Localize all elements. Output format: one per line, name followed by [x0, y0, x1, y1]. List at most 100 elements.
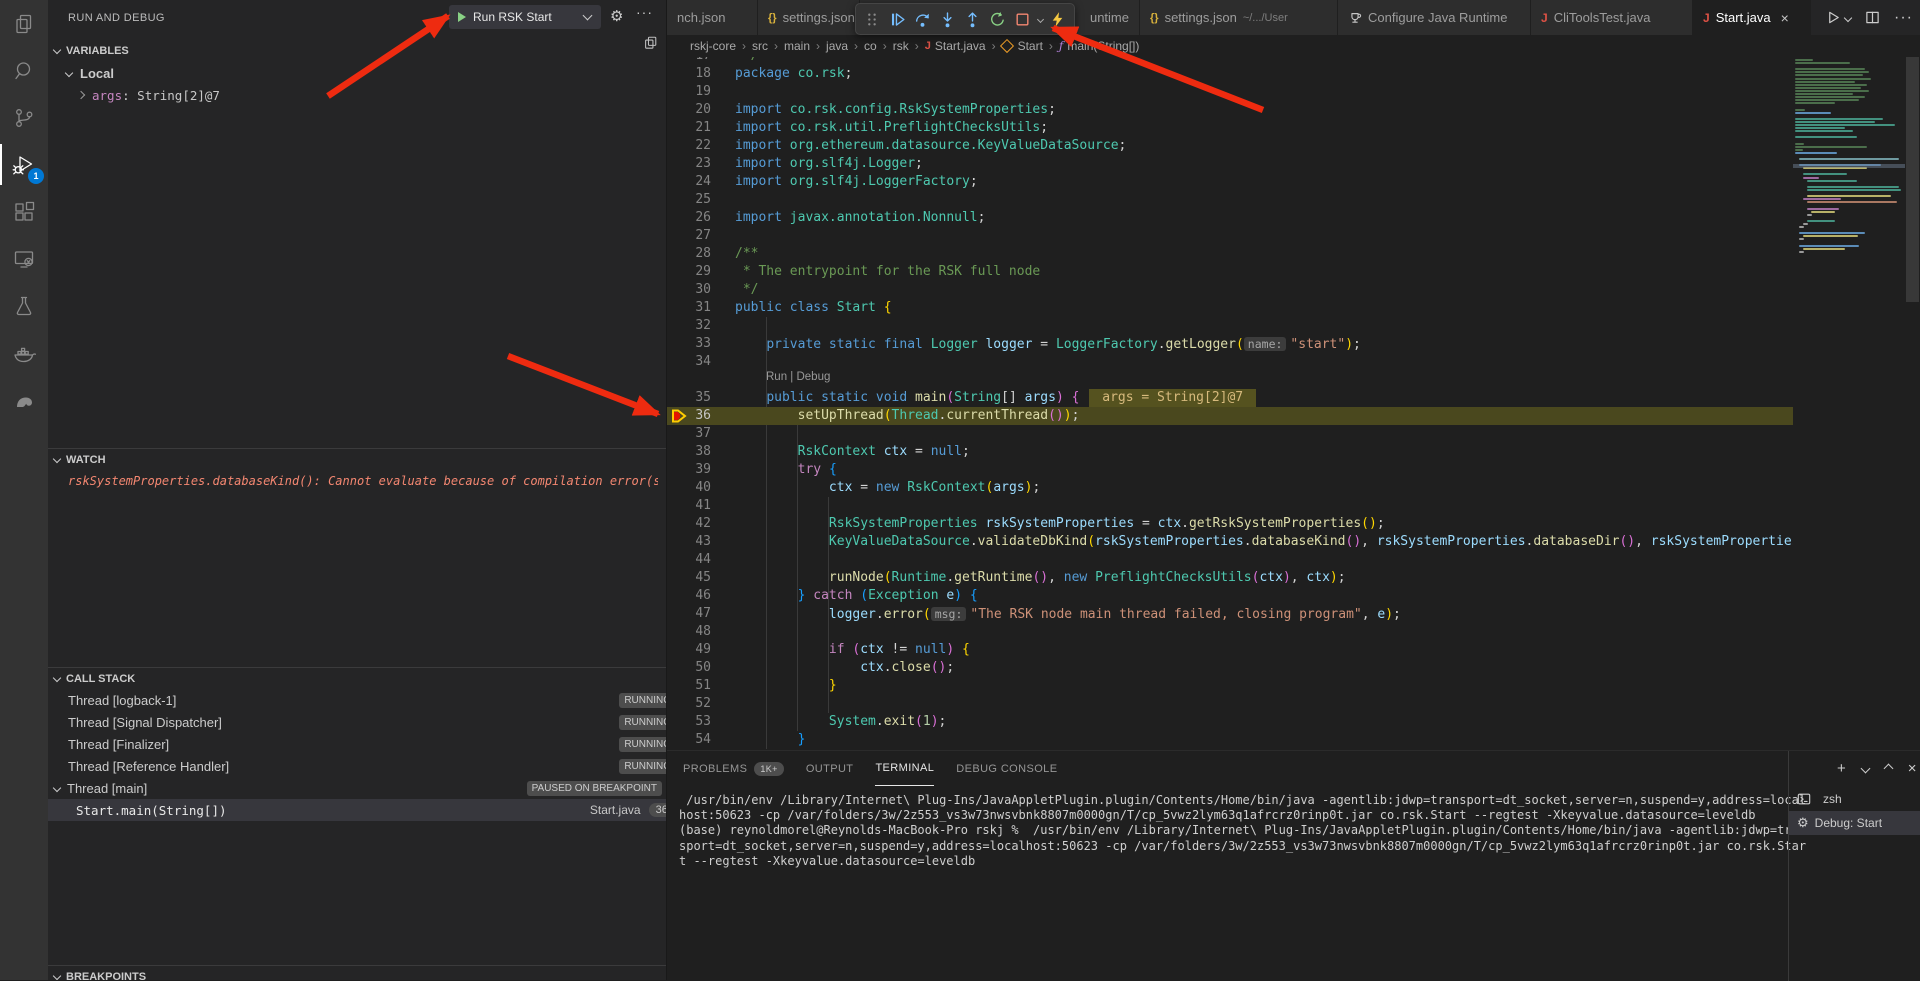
- breadcrumb-start[interactable]: Start: [1002, 39, 1043, 53]
- code-line-47[interactable]: logger.error(msg:"The RSK node main thre…: [735, 605, 1401, 624]
- code-line-31[interactable]: public class Start {: [735, 299, 892, 317]
- terminal-list-item-zsh[interactable]: zsh: [1789, 787, 1920, 811]
- drag-grip-icon[interactable]: [860, 6, 885, 32]
- code-line-33[interactable]: private static final Logger logger = Log…: [735, 335, 1361, 354]
- line-number[interactable]: 23: [667, 155, 711, 173]
- line-number[interactable]: 24: [667, 173, 711, 191]
- run-and-debug-icon[interactable]: 1: [0, 141, 48, 188]
- code-line-17[interactable]: */: [735, 57, 758, 65]
- current-line-breakpoint-icon[interactable]: [670, 408, 687, 424]
- line-number[interactable]: 25: [667, 191, 711, 209]
- line-number[interactable]: 46: [667, 587, 711, 605]
- tab-configure-java-runtime[interactable]: Configure Java Runtime: [1338, 0, 1531, 35]
- code-line-26[interactable]: import javax.annotation.Nonnull;: [735, 209, 985, 227]
- line-number[interactable]: 44: [667, 551, 711, 569]
- code-line-39[interactable]: try {: [735, 461, 837, 479]
- line-number[interactable]: 21: [667, 119, 711, 137]
- line-number[interactable]: 28: [667, 245, 711, 263]
- code-line-46[interactable]: } catch (Exception e) {: [735, 587, 978, 605]
- thread-row[interactable]: Thread [Finalizer]RUNNING: [48, 733, 667, 755]
- breadcrumb-co[interactable]: co: [864, 39, 877, 53]
- codelens-run-debug[interactable]: Run | Debug: [766, 371, 830, 383]
- tab-clitoolstest-java[interactable]: JCliToolsTest.java: [1531, 0, 1693, 35]
- docker-icon[interactable]: [0, 329, 48, 376]
- thread-row[interactable]: Thread [logback-1]RUNNING: [48, 689, 667, 711]
- code-line-54[interactable]: }: [735, 731, 805, 749]
- tab-settings-json[interactable]: {}settings.json~/.../User: [1140, 0, 1338, 35]
- line-number[interactable]: 29: [667, 263, 711, 281]
- code-line-36[interactable]: setUpThread(Thread.currentThread());: [735, 407, 1079, 425]
- breadcrumb-main[interactable]: main: [784, 39, 810, 53]
- launch-config-button[interactable]: Run RSK Start: [449, 5, 601, 29]
- line-number[interactable]: 31: [667, 299, 711, 317]
- code-line-29[interactable]: * The entrypoint for the RSK full node: [735, 263, 1040, 281]
- code-line-23[interactable]: import org.slf4j.Logger;: [735, 155, 923, 173]
- line-number[interactable]: 47: [667, 605, 711, 623]
- line-number[interactable]: 54: [667, 731, 711, 749]
- breadcrumb-start-java[interactable]: JStart.java: [925, 39, 986, 53]
- code-line-35[interactable]: public static void main(String[] args) {…: [735, 389, 1256, 407]
- breadcrumb-rsk[interactable]: rsk: [893, 39, 909, 53]
- code-line-28[interactable]: /**: [735, 245, 758, 263]
- line-number[interactable]: 33: [667, 335, 711, 353]
- explorer-icon[interactable]: [0, 0, 48, 47]
- line-number[interactable]: 19: [667, 83, 711, 101]
- hot-code-replace-button[interactable]: [1045, 6, 1070, 32]
- breadcrumb-main-string-[interactable]: ƒmain(String[]): [1059, 39, 1139, 53]
- panel-tab-problems[interactable]: PROBLEMS1K+: [683, 751, 784, 786]
- code-line-51[interactable]: }: [735, 677, 837, 695]
- code-line-24[interactable]: import org.slf4j.LoggerFactory;: [735, 173, 978, 191]
- code-line-40[interactable]: ctx = new RskContext(args);: [735, 479, 1040, 497]
- source-control-icon[interactable]: [0, 94, 48, 141]
- step-out-button[interactable]: [960, 6, 985, 32]
- line-number[interactable]: 18: [667, 65, 711, 83]
- thread-row[interactable]: Thread [Reference Handler]RUNNING: [48, 755, 667, 777]
- gear-icon[interactable]: ⚙: [610, 7, 623, 25]
- gradle-icon[interactable]: [0, 376, 48, 423]
- more-actions-icon[interactable]: ···: [636, 4, 653, 20]
- line-number[interactable]: 52: [667, 695, 711, 713]
- thread-row[interactable]: Thread [main]PAUSED ON BREAKPOINT: [48, 777, 667, 799]
- code-line-42[interactable]: RskSystemProperties rskSystemProperties …: [735, 515, 1385, 533]
- debug-toolbar[interactable]: [855, 3, 1075, 35]
- close-icon[interactable]: ×: [1781, 10, 1789, 26]
- code-line-38[interactable]: RskContext ctx = null;: [735, 443, 970, 461]
- breakpoints-section-header[interactable]: BREAKPOINTS: [48, 965, 666, 980]
- stack-frame-start-main[interactable]: Start.main(String[]) Start.java 36:1: [48, 799, 667, 821]
- restart-button[interactable]: [985, 6, 1010, 32]
- line-number[interactable]: 43: [667, 533, 711, 551]
- start-debugging-icon[interactable]: [458, 12, 466, 22]
- line-number[interactable]: 42: [667, 515, 711, 533]
- thread-row[interactable]: Thread [Signal Dispatcher]RUNNING: [48, 711, 667, 733]
- stop-button[interactable]: [1010, 6, 1035, 32]
- line-number[interactable]: 38: [667, 443, 711, 461]
- panel-tab-terminal[interactable]: TERMINAL: [875, 751, 934, 786]
- line-number[interactable]: 34: [667, 353, 711, 371]
- more-editor-actions-button[interactable]: ···: [1894, 9, 1913, 27]
- panel-tab-output[interactable]: OUTPUT: [806, 751, 854, 786]
- editor-scrollbar[interactable]: [1905, 57, 1920, 750]
- watch-expression[interactable]: rskSystemProperties.databaseKind(): Cann…: [48, 470, 666, 492]
- line-number[interactable]: 27: [667, 227, 711, 245]
- variables-section-header[interactable]: VARIABLES: [48, 40, 666, 62]
- remote-explorer-icon[interactable]: [0, 235, 48, 282]
- call-stack-section-header[interactable]: CALL STACK: [48, 667, 666, 690]
- testing-icon[interactable]: [0, 282, 48, 329]
- line-number[interactable]: 48: [667, 623, 711, 641]
- code-line-45[interactable]: runNode(Runtime.getRuntime(), new Prefli…: [735, 569, 1346, 587]
- terminal-list-item-debug-start[interactable]: ⚙Debug: Start: [1789, 811, 1920, 835]
- line-number[interactable]: 22: [667, 137, 711, 155]
- search-icon[interactable]: [0, 47, 48, 94]
- tab-start-java[interactable]: JStart.java×: [1693, 0, 1811, 35]
- line-number[interactable]: 35: [667, 389, 711, 407]
- breadcrumb-java[interactable]: java: [826, 39, 848, 53]
- line-number[interactable]: 45: [667, 569, 711, 587]
- stop-chevron[interactable]: [1035, 6, 1045, 32]
- line-number[interactable]: 30: [667, 281, 711, 299]
- chevron-down-icon[interactable]: [583, 11, 593, 21]
- line-number[interactable]: 17: [667, 57, 711, 65]
- terminal-output[interactable]: /usr/bin/env /Library/Internet\ Plug-Ins…: [679, 793, 1779, 869]
- code-line-53[interactable]: System.exit(1);: [735, 713, 946, 731]
- line-number[interactable]: 50: [667, 659, 711, 677]
- variable-args[interactable]: args: String[2]@7: [48, 84, 667, 106]
